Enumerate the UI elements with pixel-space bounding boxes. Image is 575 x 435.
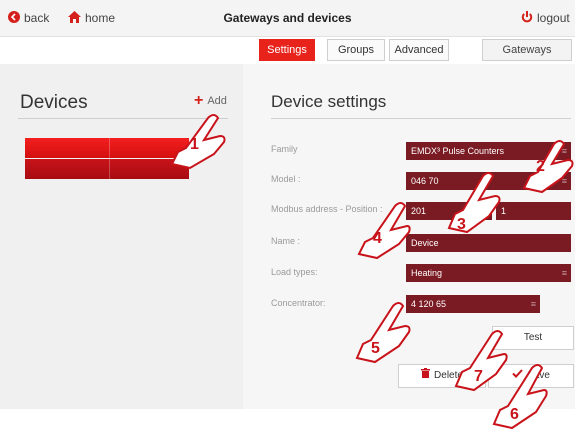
callout-4-number: 4 [373,230,382,247]
model-value: 046 70 [411,176,439,186]
family-label: Family [271,144,298,154]
callout-4: 4 [355,200,413,262]
logout-link[interactable]: logout [521,11,570,26]
load-types-select[interactable]: Heating ≡ [406,264,571,282]
callout-1-number: 1 [190,136,199,153]
trash-icon [421,365,431,387]
callout-2: 2 [520,136,575,196]
tab-settings[interactable]: Settings [259,39,315,61]
tab-advanced[interactable]: Advanced [389,39,449,61]
name-label: Name : [271,236,301,246]
plus-icon: + [194,92,204,109]
tab-gateways[interactable]: Gateways [482,39,572,61]
concentrator-select[interactable]: 4 120 65 ≡ [406,295,540,313]
menu-icon: ≡ [530,299,536,309]
add-device-button[interactable]: + Add [194,92,227,110]
model-label: Model : [271,174,301,184]
family-value: EMDX³ Pulse Counters [411,146,505,156]
devices-title: Devices [20,92,88,113]
callout-6: 6 [490,362,552,432]
page-title: Gateways and devices [223,11,352,25]
concentrator-label: Concentrator: [271,298,326,308]
modbus-value: 201 [411,206,427,216]
name-value: Device [411,238,439,248]
load-value: Heating [411,268,443,278]
tab-bar: Settings Groups Advanced Gateways [0,36,575,64]
callout-7-number: 7 [474,368,483,385]
callout-5-number: 5 [371,340,380,357]
logout-label: logout [537,11,570,25]
footer [0,409,575,435]
device-list-item[interactable] [25,159,189,179]
device-settings-title: Device settings [271,92,387,111]
load-types-label: Load types: [271,267,318,277]
callout-3-number: 3 [457,216,466,233]
callout-1: 1 [168,112,230,172]
power-icon [521,11,533,26]
position-input[interactable]: 1 [496,202,571,220]
device-list-item-selected[interactable] [25,138,189,158]
callout-6-number: 6 [510,406,519,423]
callout-5: 5 [353,300,413,366]
tab-groups[interactable]: Groups [327,39,385,61]
callout-2-number: 2 [536,158,545,175]
concentrator-value: 4 120 65 [411,299,447,309]
name-input[interactable]: Device [406,234,571,252]
menu-icon: ≡ [561,268,567,278]
top-bar: back home Gateways and devices logout [0,0,575,37]
callout-3: 3 [445,168,505,236]
add-label: Add [207,94,227,107]
divider [271,118,571,119]
test-label: Test [523,332,543,343]
